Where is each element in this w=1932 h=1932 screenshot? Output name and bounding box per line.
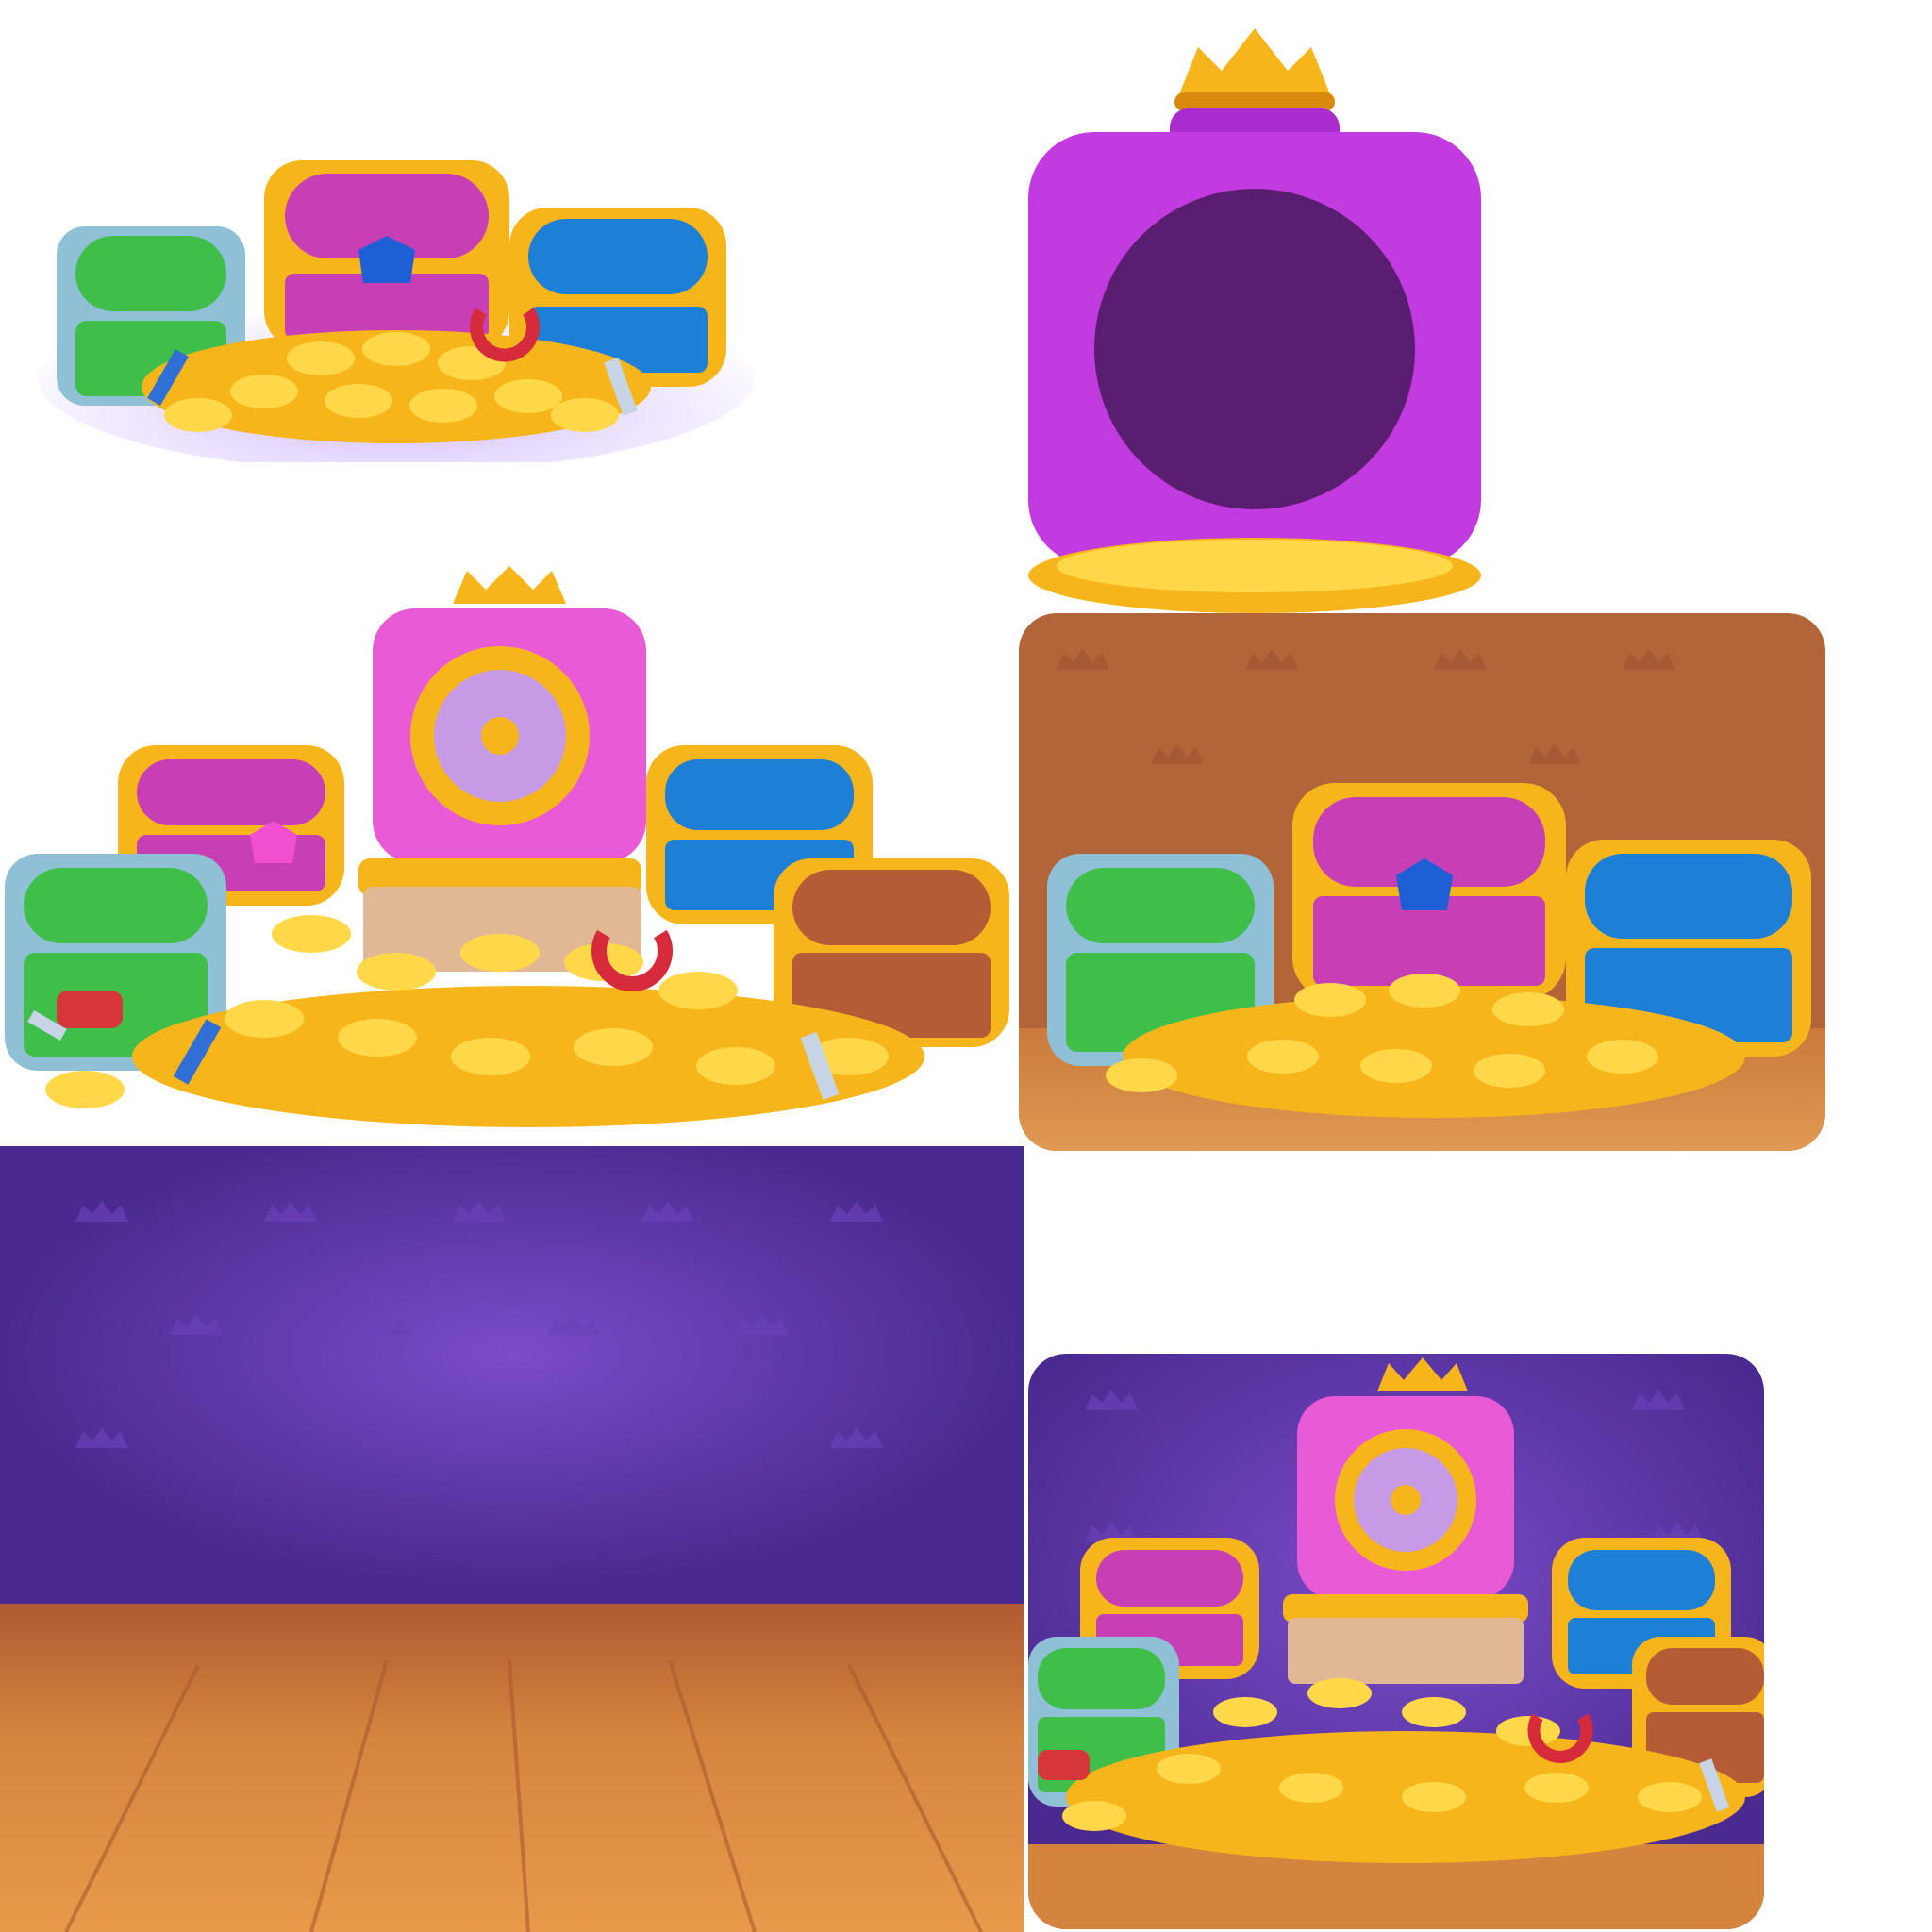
- crown-icon: [1174, 28, 1335, 111]
- safe-body-icon: [1028, 108, 1481, 566]
- empty-safe-shell: [1019, 19, 1491, 613]
- coin-pile-icon: [142, 330, 651, 443]
- purple-room-panel: [1028, 1354, 1764, 1929]
- treasure-cluster-transparent: [0, 566, 1019, 1132]
- purple-panel-art: [1028, 1354, 1764, 1929]
- purple-room-background: [0, 1146, 1024, 1932]
- safe-base-icon: [1028, 538, 1481, 613]
- purple-room-art: [0, 1146, 1024, 1932]
- brown-room-art: [1019, 613, 1825, 1151]
- chest-trio-art: [38, 160, 755, 462]
- safe-icon: [1283, 1357, 1528, 1684]
- wood-floor-icon: [0, 1604, 1024, 1932]
- chest-trio-with-coins: [38, 142, 755, 462]
- treasure-cluster-art: [5, 566, 1009, 1127]
- safe-icon: [358, 566, 646, 972]
- brown-room-panel: [1019, 613, 1825, 1151]
- safe-shell-art: [1028, 28, 1481, 613]
